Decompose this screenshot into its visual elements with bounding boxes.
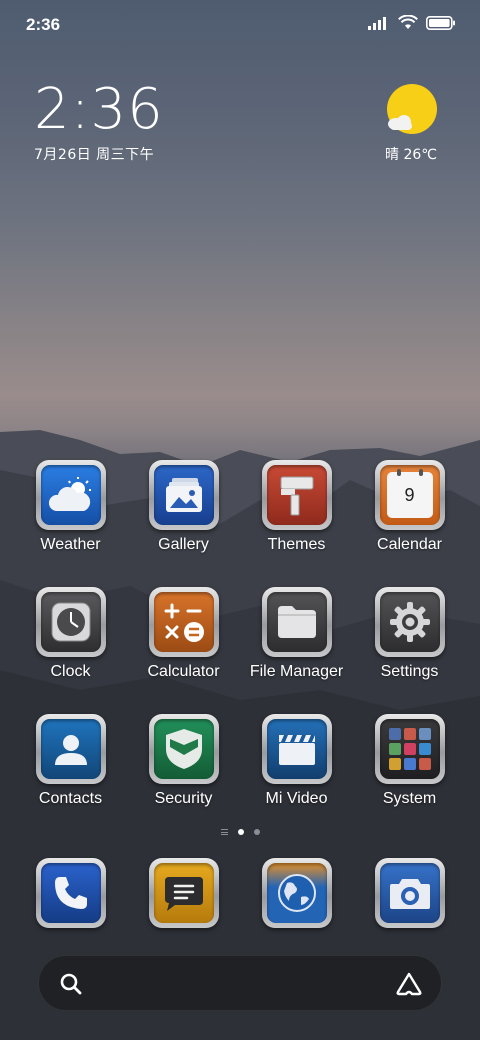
calculator-icon [153, 592, 214, 652]
calendar-day: 9 [404, 484, 415, 505]
app-security[interactable]: Security [127, 714, 240, 808]
themes-icon [266, 465, 327, 525]
app-settings[interactable]: Settings [353, 587, 466, 681]
app-label: Security [154, 790, 213, 807]
page-list-icon [220, 829, 228, 835]
app-label: Calculator [147, 663, 220, 680]
app-label: Settings [380, 663, 439, 680]
folder-icon [266, 592, 327, 652]
app-mi-video[interactable]: Mi Video [240, 714, 353, 808]
clock-icon [40, 592, 101, 652]
weather-temperature: 晴 26℃ [385, 147, 437, 163]
phone-icon [40, 863, 101, 923]
app-label: Themes [267, 536, 326, 553]
app-grid: Weather Gallery Themes 9 Calendar Clock … [14, 460, 466, 808]
calendar-icon: 9 [379, 465, 440, 525]
messages-icon [153, 863, 214, 923]
app-contacts[interactable]: Contacts [14, 714, 127, 808]
app-label: Gallery [158, 536, 209, 553]
weather-widget[interactable]: 晴 26℃ [376, 84, 446, 164]
status-icons [368, 15, 456, 30]
status-bar: 2:36 [0, 0, 480, 50]
clock-widget[interactable]: 2:36 7月26日 周三下午 [34, 78, 164, 164]
weather-icon [40, 465, 101, 525]
camera-icon [379, 863, 440, 923]
sun-cloud-icon [384, 84, 438, 136]
status-time: 2:36 [26, 15, 61, 34]
dock-messages[interactable] [127, 858, 240, 928]
app-calculator[interactable]: Calculator [127, 587, 240, 681]
shield-icon [153, 719, 214, 779]
gear-icon [379, 592, 440, 652]
app-label: Weather [40, 536, 101, 553]
page-indicator[interactable] [0, 829, 480, 835]
dock-phone[interactable] [14, 858, 127, 928]
wifi-icon [398, 15, 418, 29]
signal-icon [368, 16, 386, 30]
app-gallery[interactable]: Gallery [127, 460, 240, 554]
video-icon [266, 719, 327, 779]
search-icon [60, 973, 82, 995]
page-dot-active [237, 829, 244, 835]
dock [14, 858, 466, 928]
folder-grid-icon [379, 719, 440, 779]
app-label: Contacts [38, 790, 103, 807]
browser-icon [266, 863, 327, 923]
app-themes[interactable]: Themes [240, 460, 353, 554]
contacts-icon [40, 719, 101, 779]
app-clock[interactable]: Clock [14, 587, 127, 681]
big-clock-time: 2:36 [34, 77, 164, 142]
page-dot [253, 829, 260, 835]
app-label: Clock [50, 663, 91, 680]
app-calendar[interactable]: 9 Calendar [353, 460, 466, 554]
date-text: 7月26日 周三下午 [34, 147, 155, 163]
app-label: File Manager [249, 663, 344, 680]
app-weather[interactable]: Weather [14, 460, 127, 554]
dock-camera[interactable] [353, 858, 466, 928]
battery-icon [426, 15, 455, 30]
app-label: Calendar [377, 536, 442, 553]
dock-browser[interactable] [240, 858, 353, 928]
app-label: Mi Video [265, 790, 328, 807]
app-file-manager[interactable]: File Manager [240, 587, 353, 681]
app-label: System [382, 790, 437, 807]
gallery-icon [153, 465, 214, 525]
assistant-icon[interactable] [395, 971, 423, 997]
app-system-folder[interactable]: System [353, 714, 466, 808]
search-bar[interactable] [38, 955, 442, 1011]
